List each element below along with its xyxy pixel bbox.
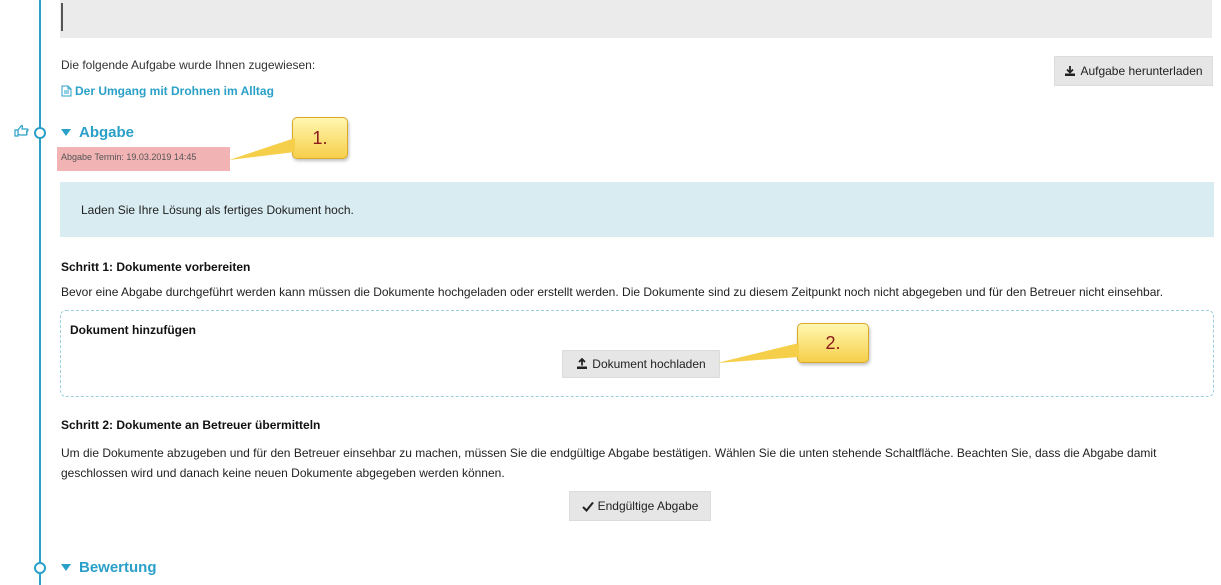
download-icon: [1065, 66, 1076, 76]
deadline-text: Abgabe Termin: 19.03.2019 14:45: [61, 152, 197, 162]
final-submit-label: Endgültige Abgabe: [597, 499, 699, 513]
pointing-hand-icon: [14, 124, 29, 137]
step2-title: Schritt 2: Dokumente an Betreuer übermit…: [61, 418, 321, 432]
step2-text: Um die Dokumente abzugeben und für den B…: [61, 446, 1157, 480]
info-box: Laden Sie Ihre Lösung als fertiges Dokum…: [60, 182, 1214, 237]
assignment-intro: Die folgende Aufgabe wurde Ihnen zugewie…: [61, 58, 316, 72]
top-bar-edge: [61, 3, 63, 31]
timeline-line: [39, 0, 41, 585]
upload-document-label: Dokument hochladen: [592, 357, 706, 371]
download-task-label: Aufgabe herunterladen: [1080, 64, 1203, 78]
task-link-label: Der Umgang mit Drohnen im Alltag: [75, 84, 274, 98]
checkmark-icon: [581, 501, 594, 512]
abgabe-section-toggle[interactable]: Abgabe: [61, 124, 134, 141]
upload-document-button[interactable]: Dokument hochladen: [562, 350, 720, 378]
upload-icon: [577, 358, 588, 369]
download-task-button[interactable]: Aufgabe herunterladen: [1054, 56, 1213, 86]
task-link[interactable]: Der Umgang mit Drohnen im Alltag: [61, 84, 274, 98]
caret-down-icon: [61, 564, 71, 571]
callout-1-pointer: [229, 138, 295, 160]
final-submit-button[interactable]: Endgültige Abgabe: [569, 491, 711, 521]
timeline-node-abgabe: [34, 127, 46, 139]
step1-text: Bevor eine Abgabe durchgeführt werden ka…: [61, 285, 1164, 299]
timeline-node-bewertung: [34, 562, 46, 574]
add-document-title: Dokument hinzufügen: [70, 323, 196, 337]
callout-2-pointer: [717, 343, 799, 363]
abgabe-title: Abgabe: [79, 124, 135, 141]
callout-1: 1.: [292, 117, 348, 159]
bewertung-title: Bewertung: [79, 559, 157, 576]
callout-2: 2.: [797, 323, 869, 363]
caret-down-icon: [61, 129, 71, 136]
info-text: Laden Sie Ihre Lösung als fertiges Dokum…: [81, 202, 354, 217]
step1-title: Schritt 1: Dokumente vorbereiten: [61, 260, 251, 274]
top-content-bar: [60, 0, 1212, 38]
bewertung-section-toggle[interactable]: Bewertung: [61, 559, 157, 576]
document-icon: [61, 85, 72, 97]
